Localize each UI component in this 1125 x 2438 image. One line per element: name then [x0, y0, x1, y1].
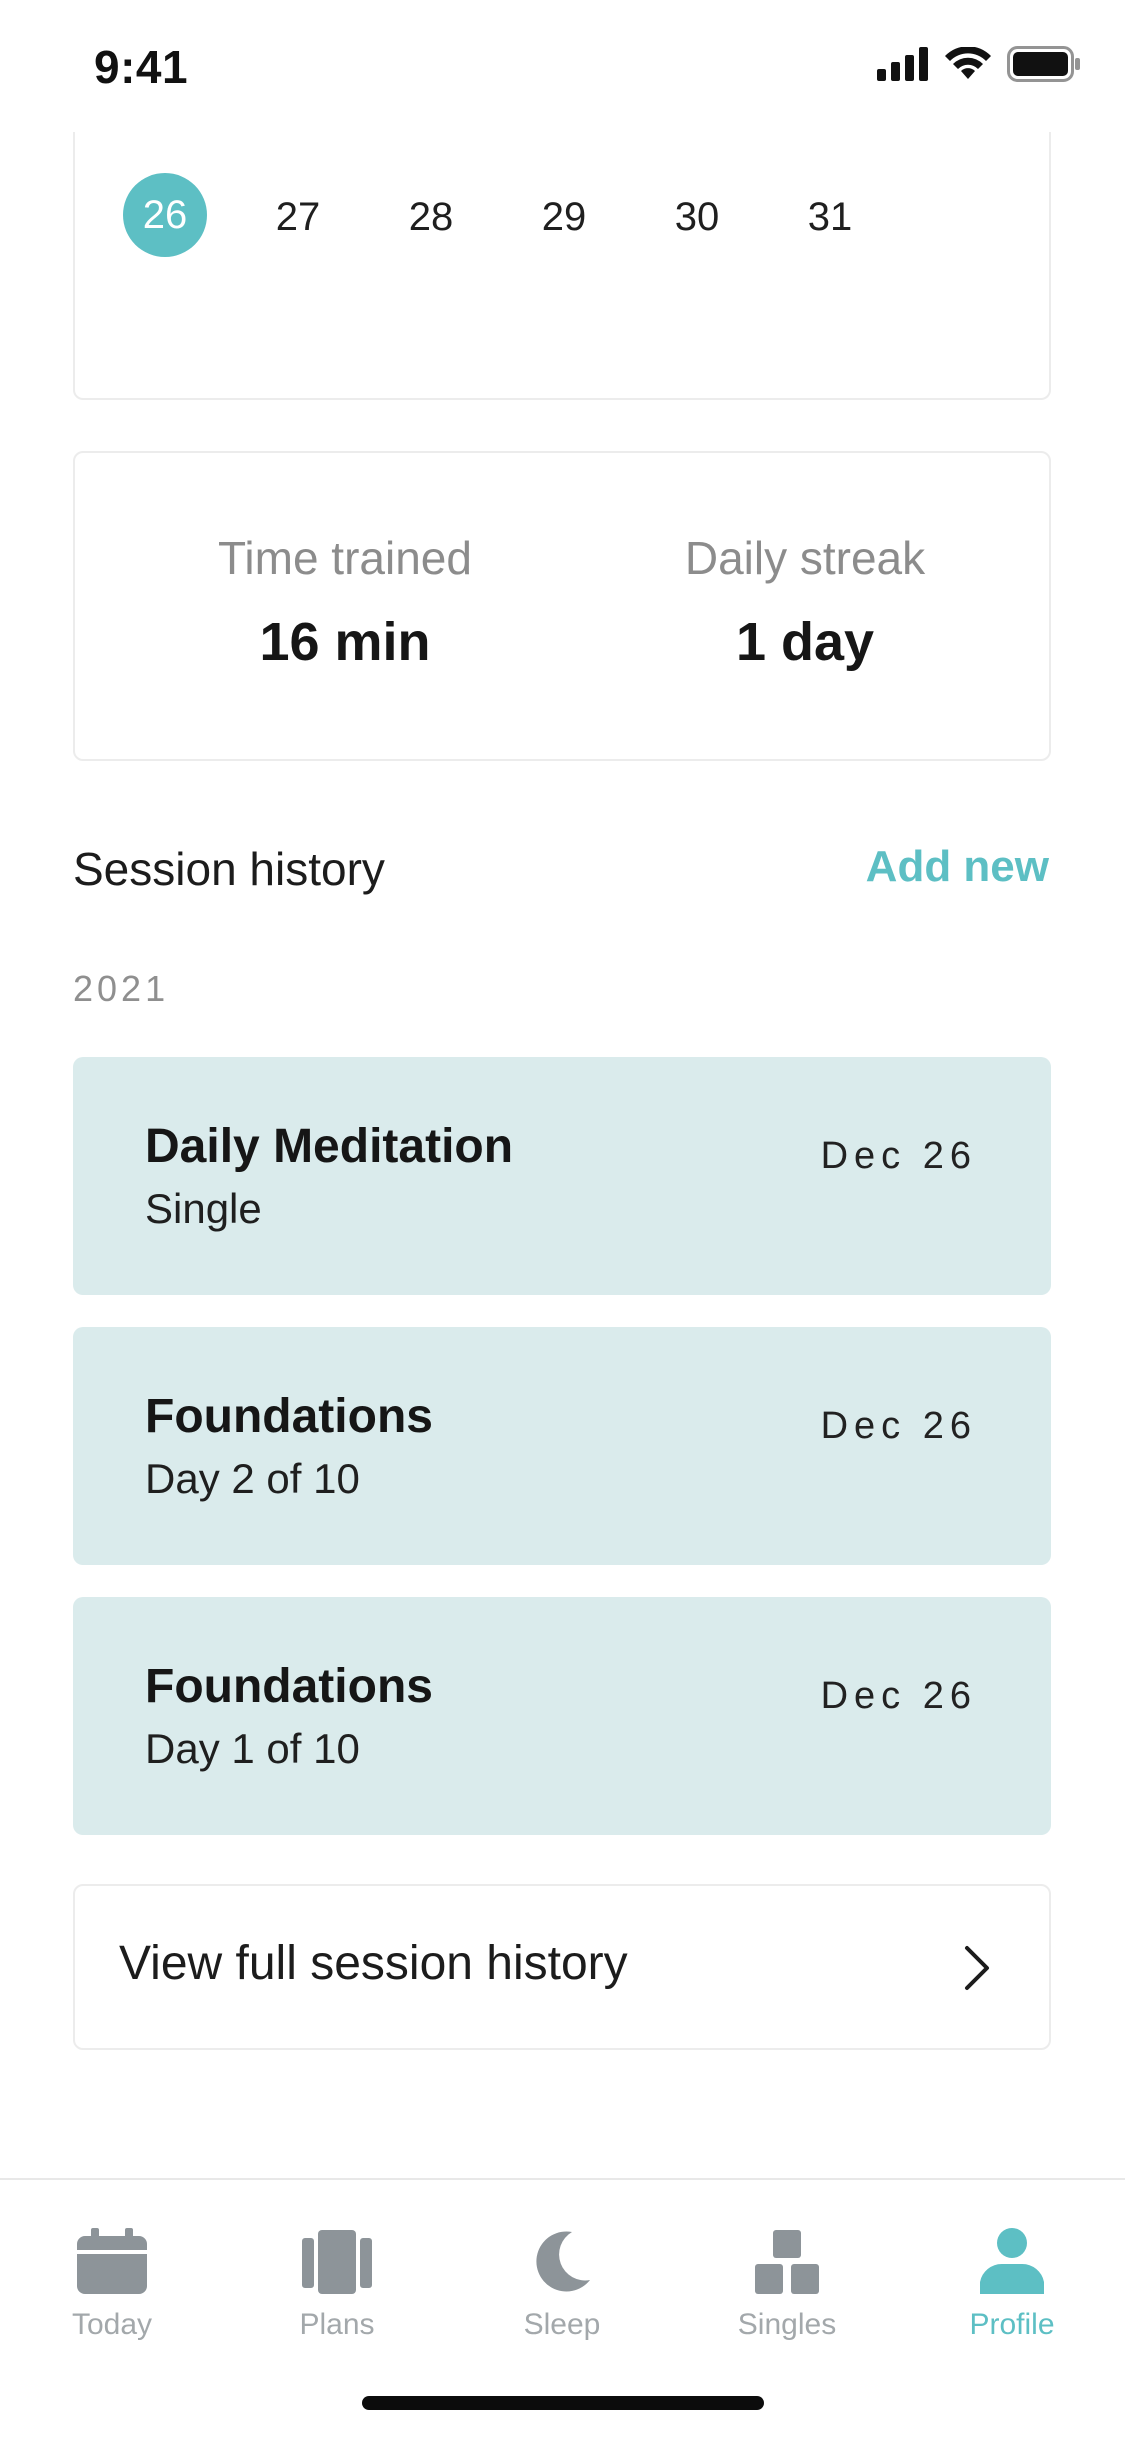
chevron-right-icon — [965, 1946, 989, 1990]
tab-profile[interactable]: Profile — [912, 2220, 1112, 2342]
session-history-title: Session history — [73, 843, 385, 895]
session-item[interactable]: Foundations Day 1 of 10 Dec 26 — [73, 1597, 1051, 1835]
session-subtitle: Day 1 of 10 — [145, 1725, 360, 1772]
calendar-day[interactable]: 29 — [522, 175, 606, 259]
tab-today[interactable]: Today — [12, 2220, 212, 2342]
daily-streak-stat: Daily streak 1 day — [595, 531, 1015, 673]
session-title: Foundations — [145, 1660, 433, 1713]
cellular-signal-icon — [877, 47, 928, 81]
blocks-icon — [755, 2230, 819, 2294]
time-trained-stat: Time trained 16 min — [135, 531, 555, 673]
wifi-icon — [945, 47, 991, 79]
moon-icon — [536, 2231, 590, 2292]
calendar-day[interactable]: 27 — [256, 175, 340, 259]
daily-streak-value: 1 day — [735, 612, 875, 672]
person-icon — [980, 2228, 1044, 2294]
session-item[interactable]: Daily Meditation Single Dec 26 — [73, 1057, 1051, 1295]
calendar-day[interactable]: 31 — [788, 175, 872, 259]
tab-label: Singles — [737, 2308, 837, 2341]
session-title: Daily Meditation — [145, 1120, 514, 1173]
status-icons — [877, 46, 1081, 82]
daily-streak-label: Daily streak — [684, 532, 926, 584]
calendar-day[interactable]: 28 — [389, 175, 473, 259]
time-trained-label: Time trained — [218, 532, 472, 584]
session-subtitle: Day 2 of 10 — [145, 1455, 360, 1502]
plans-icon — [302, 2230, 372, 2294]
calendar-day-selected[interactable]: 26 — [123, 173, 207, 257]
tab-label: Profile — [969, 2308, 1055, 2341]
view-full-history-button[interactable]: View full session history — [73, 1884, 1051, 2050]
tab-label: Today — [71, 2308, 153, 2341]
tab-label: Plans — [299, 2308, 375, 2341]
status-time: 9:41 — [94, 41, 189, 93]
home-indicator — [362, 2396, 764, 2410]
year-label: 2021 — [73, 968, 170, 1009]
calendar-day[interactable]: 30 — [655, 175, 739, 259]
session-item[interactable]: Foundations Day 2 of 10 Dec 26 — [73, 1327, 1051, 1565]
time-trained-value: 16 min — [259, 612, 431, 672]
add-new-button[interactable]: Add new — [866, 842, 1049, 892]
tab-sleep[interactable]: Sleep — [462, 2220, 662, 2342]
session-date: Dec 26 — [820, 1135, 977, 1177]
session-subtitle: Single — [145, 1185, 262, 1232]
session-date: Dec 26 — [820, 1405, 977, 1447]
calendar-week-current: 26 27 28 29 30 31 — [75, 173, 1053, 265]
session-date: Dec 26 — [820, 1675, 977, 1717]
tab-plans[interactable]: Plans — [237, 2220, 437, 2342]
view-full-history-label: View full session history — [119, 1937, 628, 1990]
stats-card: Time trained 16 min Daily streak 1 day — [73, 451, 1051, 761]
battery-icon — [1007, 46, 1080, 82]
session-title: Foundations — [145, 1390, 433, 1443]
calendar-icon — [77, 2228, 147, 2294]
status-bar: 9:41 — [0, 0, 1125, 132]
tab-singles[interactable]: Singles — [687, 2220, 887, 2342]
tab-label: Sleep — [523, 2308, 601, 2341]
